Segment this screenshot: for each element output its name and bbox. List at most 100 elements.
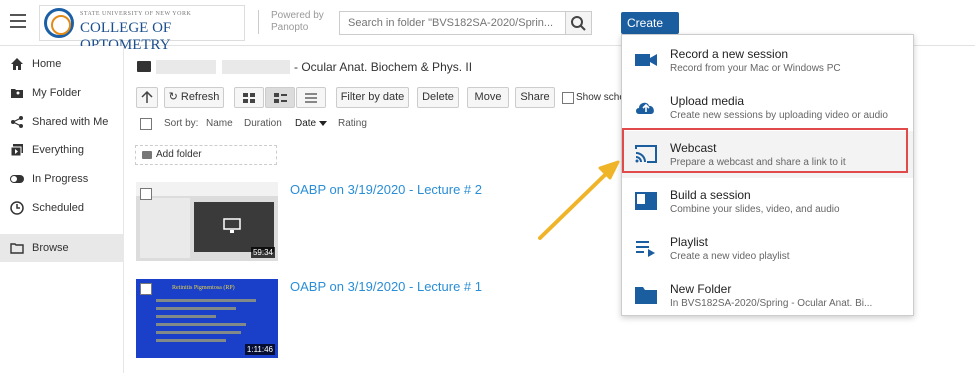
search-input[interactable]: [339, 11, 565, 35]
sidebar-item-label: In Progress: [32, 173, 89, 185]
grid-view-icon: [243, 93, 255, 103]
list-view-icon: [305, 93, 317, 103]
webcast-highlight-box: [622, 128, 908, 173]
logo[interactable]: STATE UNIVERSITY OF NEW YORK COLLEGE OF …: [39, 5, 245, 53]
arrow-up-icon: [141, 90, 153, 103]
menu-item-title: Playlist: [670, 235, 709, 249]
view-detail-button[interactable]: [265, 87, 295, 108]
slide-text-line: [156, 331, 241, 334]
add-folder-label: Add folder: [156, 149, 202, 160]
logo-subtitle: STATE UNIVERSITY OF NEW YORK: [80, 11, 192, 17]
slide-text-line: [156, 307, 236, 310]
create-menu: Record a new session Record from your Ma…: [621, 34, 914, 316]
sidebar-item-label: Everything: [32, 144, 84, 156]
select-all-checkbox[interactable]: [140, 118, 152, 130]
home-icon: [11, 58, 23, 70]
cloud-upload-icon: [636, 102, 654, 114]
refresh-label: Refresh: [180, 91, 220, 103]
sidebar-item-in-progress[interactable]: In Progress: [0, 165, 124, 193]
sidebar-item-my-folder[interactable]: My Folder: [0, 79, 124, 107]
sidebar-item-label: Browse: [32, 242, 69, 254]
add-folder-button[interactable]: Add folder: [135, 145, 277, 165]
folder-plus-icon: [142, 151, 152, 159]
menu-item-upload-media[interactable]: Upload media Create new sessions by uplo…: [622, 84, 913, 131]
menu-item-title: Upload media: [670, 94, 745, 108]
sidebar-item-label: My Folder: [32, 87, 81, 99]
session-title-link[interactable]: OABP on 3/19/2020 - Lecture # 2: [290, 182, 482, 197]
page-title: - Ocular Anat. Biochem & Phys. II: [294, 60, 473, 74]
sidebar-item-scheduled[interactable]: Scheduled: [0, 194, 124, 222]
monitor-icon: [223, 218, 241, 233]
share-icon: [11, 116, 23, 128]
slide-title: Retinitis Pigmentosa (RP): [172, 285, 235, 291]
user-folder-icon: [11, 89, 23, 98]
menu-item-title: New Folder: [670, 282, 732, 296]
session-checkbox[interactable]: [140, 188, 152, 200]
slide-text-line: [156, 323, 246, 326]
stack-icon: [10, 144, 23, 157]
slide-text-line: [156, 339, 226, 342]
duration-badge: 59:34: [250, 247, 275, 258]
refresh-button[interactable]: ↻ Refresh: [164, 87, 224, 108]
session-thumbnail[interactable]: Retinitis Pigmentosa (RP) 1:11:46: [136, 279, 278, 358]
session-thumbnail[interactable]: 59:34: [136, 182, 278, 261]
create-button[interactable]: Create: [621, 12, 679, 40]
build-session-icon: [635, 192, 657, 210]
thumbnail-toolbar: [136, 182, 278, 196]
powered-by-label: Powered by: [271, 10, 324, 21]
search-button[interactable]: [565, 11, 592, 35]
folder-icon: [10, 243, 24, 254]
view-list-button[interactable]: [296, 87, 326, 108]
session-checkbox[interactable]: [140, 283, 152, 295]
sort-date[interactable]: Date: [295, 118, 327, 129]
sidebar-item-label: Shared with Me: [32, 116, 109, 128]
redacted-text: [156, 60, 216, 74]
sidebar-item-label: Scheduled: [32, 202, 84, 214]
menu-item-subtitle: Combine your slides, video, and audio: [670, 204, 840, 215]
menu-item-subtitle: Create new sessions by uploading video o…: [670, 110, 888, 121]
view-grid-button[interactable]: [234, 87, 264, 108]
share-button[interactable]: Share: [515, 87, 555, 108]
folder-icon: [137, 61, 151, 72]
sort-date-label: Date: [295, 118, 317, 129]
sort-duration[interactable]: Duration: [244, 118, 282, 129]
move-button[interactable]: Move: [467, 87, 509, 108]
refresh-icon: ↻: [168, 91, 178, 103]
sidebar-item-home[interactable]: Home: [0, 50, 124, 78]
up-button[interactable]: [136, 87, 158, 108]
hamburger-menu-icon[interactable]: [10, 14, 26, 28]
slide-text-line: [156, 315, 216, 318]
powered-by-brand: Panopto: [271, 22, 309, 33]
menu-item-subtitle: Create a new video playlist: [670, 251, 790, 262]
menu-item-subtitle: Record from your Mac or Windows PC: [670, 63, 841, 74]
sidebar-item-browse[interactable]: Browse: [0, 234, 124, 262]
filter-by-date-button[interactable]: Filter by date: [336, 87, 409, 108]
menu-item-title: Build a session: [670, 188, 751, 202]
caret-down-icon: [318, 120, 327, 126]
sort-name[interactable]: Name: [206, 118, 233, 129]
menu-item-playlist[interactable]: Playlist Create a new video playlist: [622, 225, 913, 272]
sidebar: Home My Folder Shared with Me Everything…: [0, 46, 124, 373]
redacted-text: [222, 60, 290, 74]
sidebar-item-shared[interactable]: Shared with Me: [0, 108, 124, 136]
powered-by: Powered by Panopto: [258, 10, 338, 34]
session-title-link[interactable]: OABP on 3/19/2020 - Lecture # 1: [290, 279, 482, 294]
sort-rating[interactable]: Rating: [338, 118, 367, 129]
logo-emblem: [44, 8, 74, 38]
slide-text-line: [156, 299, 256, 302]
sort-label: Sort by:: [164, 118, 199, 129]
menu-item-build-session[interactable]: Build a session Combine your slides, vid…: [622, 178, 913, 225]
sidebar-item-label: Home: [32, 58, 62, 70]
sidebar-item-everything[interactable]: Everything: [0, 136, 124, 164]
create-button-label: Create: [627, 16, 664, 30]
menu-item-new-folder[interactable]: New Folder In BVS182SA-2020/Spring - Ocu…: [622, 272, 913, 319]
detail-view-icon: [274, 93, 287, 103]
menu-item-title: Record a new session: [670, 47, 789, 61]
clock-icon: [10, 201, 24, 215]
video-camera-icon: [635, 54, 657, 66]
menu-item-record-session[interactable]: Record a new session Record from your Ma…: [622, 37, 913, 84]
show-scheduled-checkbox[interactable]: [562, 92, 574, 104]
annotation-arrow-icon: [538, 160, 620, 240]
duration-badge: 1:11:46: [244, 344, 275, 355]
delete-button[interactable]: Delete: [417, 87, 459, 108]
